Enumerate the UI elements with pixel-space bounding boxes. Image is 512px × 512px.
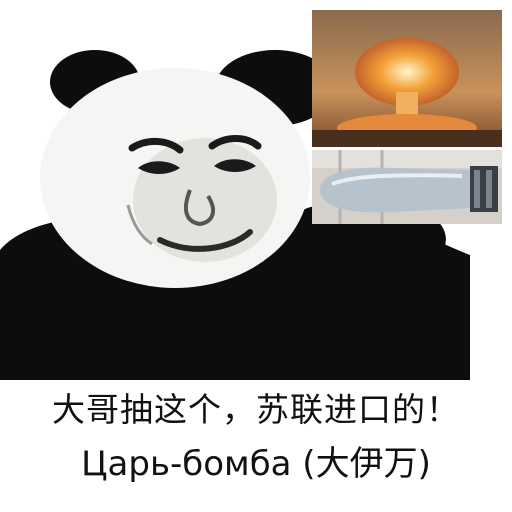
explosion-photo [312, 10, 502, 147]
meme-canvas: 大哥抽这个，苏联进口的！ Царь-бомба (大伊万) [0, 0, 512, 512]
mushroom-cloud-image [312, 10, 502, 147]
tsar-bomba-photo [312, 150, 502, 224]
caption-line-1: 大哥抽这个，苏联进口的！ [52, 390, 460, 429]
bomb-casing-image [312, 150, 502, 224]
caption-line-2: Царь-бомба (大伊万) [81, 444, 431, 484]
face-shadow [133, 138, 277, 262]
